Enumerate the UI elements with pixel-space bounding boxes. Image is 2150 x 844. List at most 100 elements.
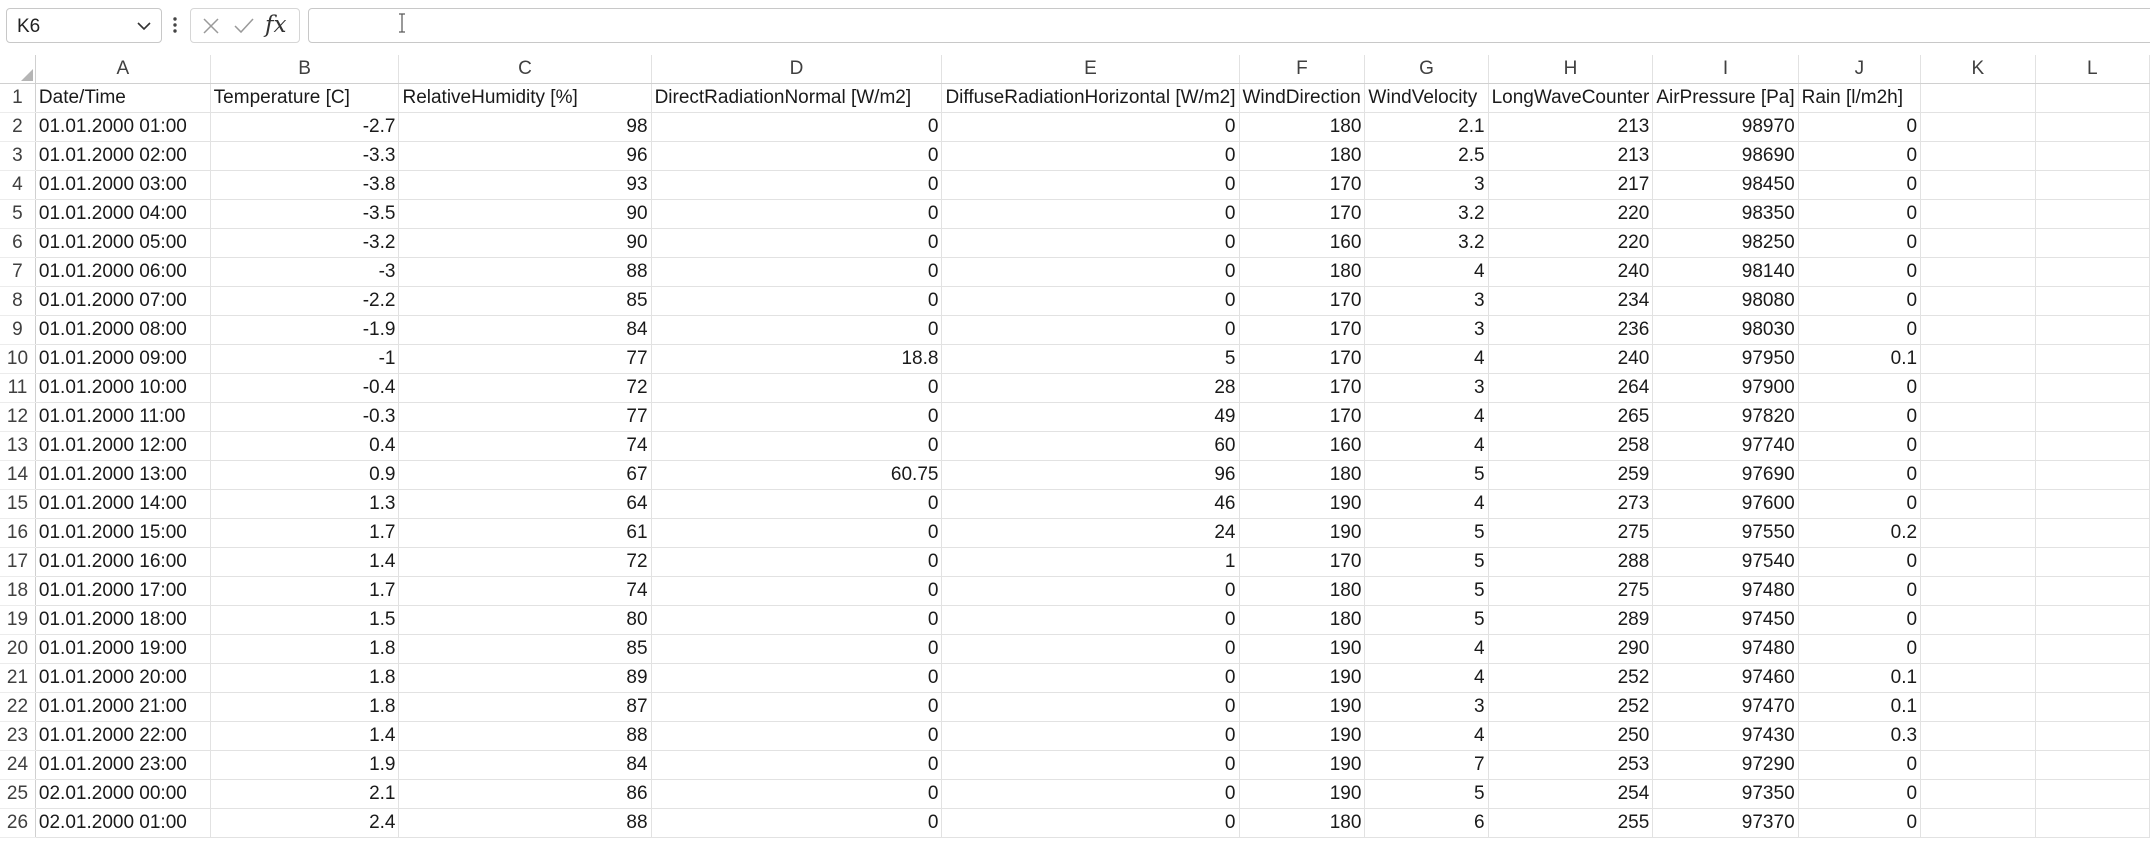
cell-l5[interactable] xyxy=(2035,199,2150,229)
cell-f8[interactable]: 170 xyxy=(1239,286,1366,316)
cell-a26[interactable]: 02.01.2000 01:00 xyxy=(35,808,211,838)
cell-d22[interactable]: 0 xyxy=(651,692,943,722)
cell-d19[interactable]: 0 xyxy=(651,605,943,635)
cell-g13[interactable]: 4 xyxy=(1364,431,1489,461)
cell-c18[interactable]: 74 xyxy=(398,576,652,606)
cell-a13[interactable]: 01.01.2000 12:00 xyxy=(35,431,211,461)
cell-j14[interactable]: 0 xyxy=(1798,460,1922,490)
cell-l12[interactable] xyxy=(2035,402,2150,432)
cell-j6[interactable]: 0 xyxy=(1798,228,1922,258)
cell-f3[interactable]: 180 xyxy=(1239,141,1366,171)
cell-h8[interactable]: 234 xyxy=(1488,286,1654,316)
cell-j5[interactable]: 0 xyxy=(1798,199,1922,229)
cell-a20[interactable]: 01.01.2000 19:00 xyxy=(35,634,211,664)
cell-i23[interactable]: 97430 xyxy=(1652,721,1799,751)
cell-c26[interactable]: 88 xyxy=(398,808,652,838)
cell-g7[interactable]: 4 xyxy=(1364,257,1489,287)
cell-h5[interactable]: 220 xyxy=(1488,199,1654,229)
checkmark-icon[interactable] xyxy=(233,16,255,36)
cell-a23[interactable]: 01.01.2000 22:00 xyxy=(35,721,211,751)
cell-b19[interactable]: 1.5 xyxy=(210,605,400,635)
row-header[interactable]: 3 xyxy=(0,141,36,171)
cell-d8[interactable]: 0 xyxy=(651,286,943,316)
cell-i11[interactable]: 97900 xyxy=(1652,373,1799,403)
cell-i18[interactable]: 97480 xyxy=(1652,576,1799,606)
cell-h25[interactable]: 254 xyxy=(1488,779,1654,809)
cell-b5[interactable]: -3.5 xyxy=(210,199,400,229)
cell-i8[interactable]: 98080 xyxy=(1652,286,1799,316)
cell-a24[interactable]: 01.01.2000 23:00 xyxy=(35,750,211,780)
cell-i15[interactable]: 97600 xyxy=(1652,489,1799,519)
formula-input[interactable] xyxy=(308,8,2150,43)
cell-l24[interactable] xyxy=(2035,750,2150,780)
cell-e10[interactable]: 5 xyxy=(941,344,1240,374)
cell-j10[interactable]: 0.1 xyxy=(1798,344,1922,374)
cell-k1[interactable] xyxy=(1920,83,2036,113)
row-header[interactable]: 17 xyxy=(0,547,36,577)
cell-b3[interactable]: -3.3 xyxy=(210,141,400,171)
cell-l23[interactable] xyxy=(2035,721,2150,751)
cell-g22[interactable]: 3 xyxy=(1364,692,1489,722)
cell-k19[interactable] xyxy=(1920,605,2036,635)
cell-l4[interactable] xyxy=(2035,170,2150,200)
cell-l1[interactable] xyxy=(2035,83,2150,113)
cell-j23[interactable]: 0.3 xyxy=(1798,721,1922,751)
cell-j17[interactable]: 0 xyxy=(1798,547,1922,577)
cell-h21[interactable]: 252 xyxy=(1488,663,1654,693)
cell-l21[interactable] xyxy=(2035,663,2150,693)
row-header[interactable]: 1 xyxy=(0,83,36,113)
cell-b6[interactable]: -3.2 xyxy=(210,228,400,258)
cell-f6[interactable]: 160 xyxy=(1239,228,1366,258)
cell-g11[interactable]: 3 xyxy=(1364,373,1489,403)
cell-f16[interactable]: 190 xyxy=(1239,518,1366,548)
cell-g6[interactable]: 3.2 xyxy=(1364,228,1489,258)
cell-d14[interactable]: 60.75 xyxy=(651,460,943,490)
cell-c24[interactable]: 84 xyxy=(398,750,652,780)
cell-l16[interactable] xyxy=(2035,518,2150,548)
cell-f18[interactable]: 180 xyxy=(1239,576,1366,606)
cell-c9[interactable]: 84 xyxy=(398,315,652,345)
cell-k25[interactable] xyxy=(1920,779,2036,809)
cell-j11[interactable]: 0 xyxy=(1798,373,1922,403)
cell-e17[interactable]: 1 xyxy=(941,547,1240,577)
cell-f20[interactable]: 190 xyxy=(1239,634,1366,664)
cell-h14[interactable]: 259 xyxy=(1488,460,1654,490)
cell-d16[interactable]: 0 xyxy=(651,518,943,548)
cell-k9[interactable] xyxy=(1920,315,2036,345)
cell-a2[interactable]: 01.01.2000 01:00 xyxy=(35,112,211,142)
cell-a16[interactable]: 01.01.2000 15:00 xyxy=(35,518,211,548)
cell-c14[interactable]: 67 xyxy=(398,460,652,490)
cell-i21[interactable]: 97460 xyxy=(1652,663,1799,693)
cell-h15[interactable]: 273 xyxy=(1488,489,1654,519)
cell-b24[interactable]: 1.9 xyxy=(210,750,400,780)
cell-f11[interactable]: 170 xyxy=(1239,373,1366,403)
cell-b25[interactable]: 2.1 xyxy=(210,779,400,809)
cell-d26[interactable]: 0 xyxy=(651,808,943,838)
cell-g19[interactable]: 5 xyxy=(1364,605,1489,635)
cell-k21[interactable] xyxy=(1920,663,2036,693)
cell-i3[interactable]: 98690 xyxy=(1652,141,1799,171)
row-header[interactable]: 9 xyxy=(0,315,36,345)
cell-g1[interactable]: WindVelocity xyxy=(1364,83,1489,113)
cell-e19[interactable]: 0 xyxy=(941,605,1240,635)
cell-h12[interactable]: 265 xyxy=(1488,402,1654,432)
row-header[interactable]: 6 xyxy=(0,228,36,258)
cell-a22[interactable]: 01.01.2000 21:00 xyxy=(35,692,211,722)
cell-f17[interactable]: 170 xyxy=(1239,547,1366,577)
cell-h18[interactable]: 275 xyxy=(1488,576,1654,606)
cell-a8[interactable]: 01.01.2000 07:00 xyxy=(35,286,211,316)
cell-b21[interactable]: 1.8 xyxy=(210,663,400,693)
cell-g25[interactable]: 5 xyxy=(1364,779,1489,809)
cell-e7[interactable]: 0 xyxy=(941,257,1240,287)
cell-c25[interactable]: 86 xyxy=(398,779,652,809)
row-header[interactable]: 5 xyxy=(0,199,36,229)
cell-e6[interactable]: 0 xyxy=(941,228,1240,258)
cell-j20[interactable]: 0 xyxy=(1798,634,1922,664)
cell-l18[interactable] xyxy=(2035,576,2150,606)
cell-e18[interactable]: 0 xyxy=(941,576,1240,606)
cell-h22[interactable]: 252 xyxy=(1488,692,1654,722)
cell-c15[interactable]: 64 xyxy=(398,489,652,519)
cell-g16[interactable]: 5 xyxy=(1364,518,1489,548)
cell-k7[interactable] xyxy=(1920,257,2036,287)
row-header[interactable]: 23 xyxy=(0,721,36,751)
